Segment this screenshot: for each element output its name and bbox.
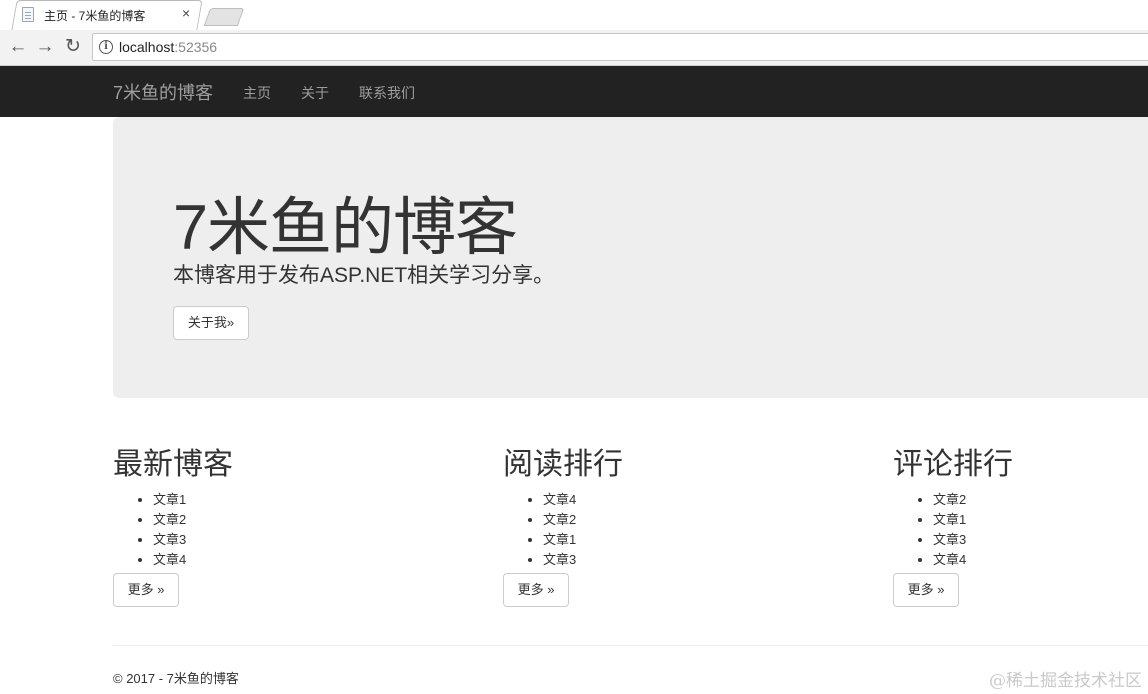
list-item[interactable]: 文章4	[933, 550, 1148, 570]
section-heading: 最新博客	[113, 448, 233, 481]
about-me-button[interactable]: 关于我»	[173, 306, 249, 340]
forward-icon[interactable]: →	[34, 36, 56, 58]
nav-link-contact[interactable]: 联系我们	[359, 83, 415, 103]
url-text: localhost:52356	[119, 39, 217, 55]
jumbotron-title: 7米鱼的博客	[173, 193, 518, 263]
section-most-read: 阅读排行 文章4 文章2 文章1 文章3 更多 »	[503, 444, 803, 607]
site-navbar: 7米鱼的博客 主页 关于 联系我们	[0, 66, 1148, 117]
browser-toolbar: ← → ↻ i localhost:52356	[0, 30, 1148, 66]
back-icon[interactable]: ←	[7, 36, 29, 58]
more-button[interactable]: 更多 »	[503, 573, 569, 607]
article-list: 文章2 文章1 文章3 文章4	[893, 490, 1148, 570]
jumbotron-lead: 本博客用于发布ASP.NET相关学习分享。	[173, 264, 555, 287]
jumbotron: 7米鱼的博客 本博客用于发布ASP.NET相关学习分享。 关于我»	[113, 117, 1148, 398]
nav-link-home[interactable]: 主页	[243, 83, 271, 103]
page-favicon-icon	[22, 7, 34, 22]
reload-icon[interactable]: ↻	[62, 36, 84, 58]
list-item[interactable]: 文章1	[543, 530, 803, 550]
article-list: 文章1 文章2 文章3 文章4	[113, 490, 413, 570]
list-item[interactable]: 文章3	[933, 530, 1148, 550]
tab-close-icon[interactable]: ×	[182, 5, 190, 21]
tab-title: 主页 - 7米鱼的博客	[44, 9, 146, 23]
url-host: localhost	[119, 39, 175, 55]
more-button[interactable]: 更多 »	[113, 573, 179, 607]
list-item[interactable]: 文章1	[153, 490, 413, 510]
footer-text: © 2017 - 7米鱼的博客	[113, 671, 239, 686]
list-item[interactable]: 文章1	[933, 510, 1148, 530]
section-heading: 评论排行	[893, 448, 1013, 481]
list-item[interactable]: 文章3	[153, 530, 413, 550]
nav-link-about[interactable]: 关于	[301, 83, 329, 103]
url-port: :52356	[174, 39, 218, 55]
footer-divider	[113, 645, 1148, 646]
list-item[interactable]: 文章4	[153, 550, 413, 570]
list-item[interactable]: 文章4	[543, 490, 803, 510]
section-latest: 最新博客 文章1 文章2 文章3 文章4 更多 »	[113, 444, 413, 607]
browser-tab-content[interactable]: 主页 - 7米鱼的博客 ×	[22, 0, 202, 30]
section-most-commented: 评论排行 文章2 文章1 文章3 文章4 更多 »	[893, 444, 1148, 607]
browser-tabstrip: 主页 - 7米鱼的博客 ×	[0, 0, 1148, 31]
list-item[interactable]: 文章2	[543, 510, 803, 530]
navbar-brand[interactable]: 7米鱼的博客	[113, 79, 213, 105]
new-tab-button[interactable]	[203, 8, 245, 26]
watermark: @稀土掘金技术社区	[989, 671, 1142, 691]
list-item[interactable]: 文章3	[543, 550, 803, 570]
article-list: 文章4 文章2 文章1 文章3	[503, 490, 803, 570]
more-button[interactable]: 更多 »	[893, 573, 959, 607]
section-heading: 阅读排行	[503, 448, 623, 481]
address-bar[interactable]: i localhost:52356	[92, 33, 1148, 61]
site-info-icon[interactable]: i	[99, 40, 113, 54]
list-item[interactable]: 文章2	[933, 490, 1148, 510]
list-item[interactable]: 文章2	[153, 510, 413, 530]
